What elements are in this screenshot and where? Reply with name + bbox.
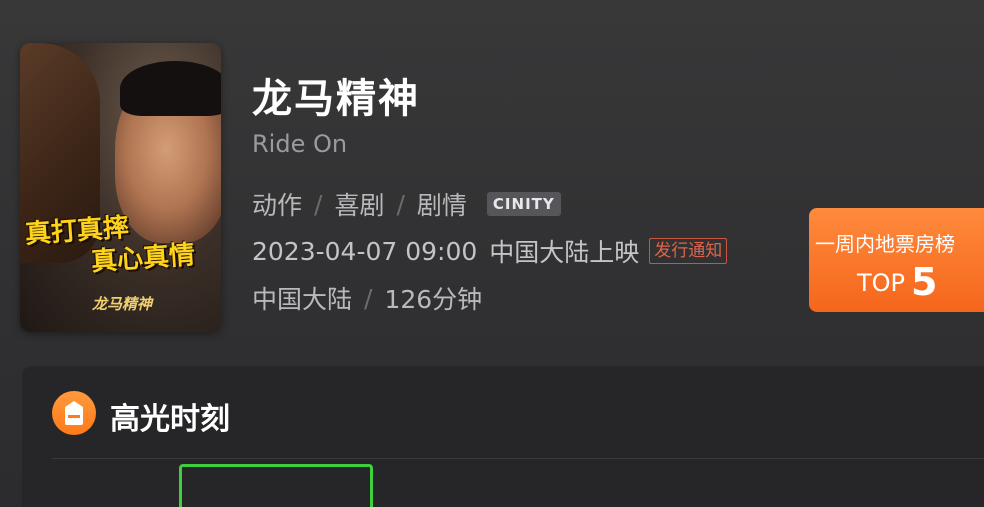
poster-tagline: 真打真摔 真心真情 (24, 207, 196, 283)
duration: 126分钟 (384, 285, 483, 314)
poster-hair (120, 61, 221, 116)
box-office-label: 一周内地票房榜 (815, 232, 955, 256)
release-notice-badge[interactable]: 发行通知 (649, 238, 728, 264)
genre-item: 动作 (252, 191, 303, 220)
rank-prefix: TOP (857, 269, 906, 297)
tag-icon (52, 391, 96, 435)
box-office-rank: TOP 5 (857, 260, 937, 304)
movie-poster[interactable]: 真打真摔 真心真情 龙马精神 (20, 43, 221, 332)
genre-separator: / (396, 189, 405, 219)
genre-item: 喜剧 (334, 191, 385, 220)
meta-separator: / (364, 283, 373, 313)
rank-value: 5 (911, 260, 938, 304)
highlights-title: 高光时刻 (110, 402, 230, 437)
genre-item: 剧情 (416, 191, 467, 220)
cinity-badge: CINITY (486, 192, 561, 216)
movie-original-title: Ride On (252, 130, 348, 158)
poster-logo: 龙马精神 (92, 295, 153, 313)
country-duration: 中国大陆 / 126分钟 (252, 280, 482, 316)
release-datetime: 2023-04-07 09:00 (252, 236, 478, 266)
highlights-divider (52, 458, 984, 459)
release-info: 2023-04-07 09:00 中国大陆上映 发行通知 (252, 233, 728, 269)
highlight-selection-box (179, 464, 373, 507)
box-office-rank-card[interactable]: 一周内地票房榜 TOP 5 (809, 208, 984, 312)
tag-shape (65, 401, 83, 425)
tag-bar (68, 415, 80, 418)
release-region: 中国大陆上映 (489, 238, 640, 267)
genre-list: 动作 / 喜剧 / 剧情 CINITY (252, 186, 561, 222)
country: 中国大陆 (252, 285, 353, 314)
movie-title: 龙马精神 (252, 76, 420, 122)
movie-detail-page: 真打真摔 真心真情 龙马精神 龙马精神 Ride On 动作 / 喜剧 / 剧情… (0, 0, 984, 507)
genre-separator: / (314, 189, 323, 219)
highlights-panel: 高光时刻 (22, 366, 984, 507)
